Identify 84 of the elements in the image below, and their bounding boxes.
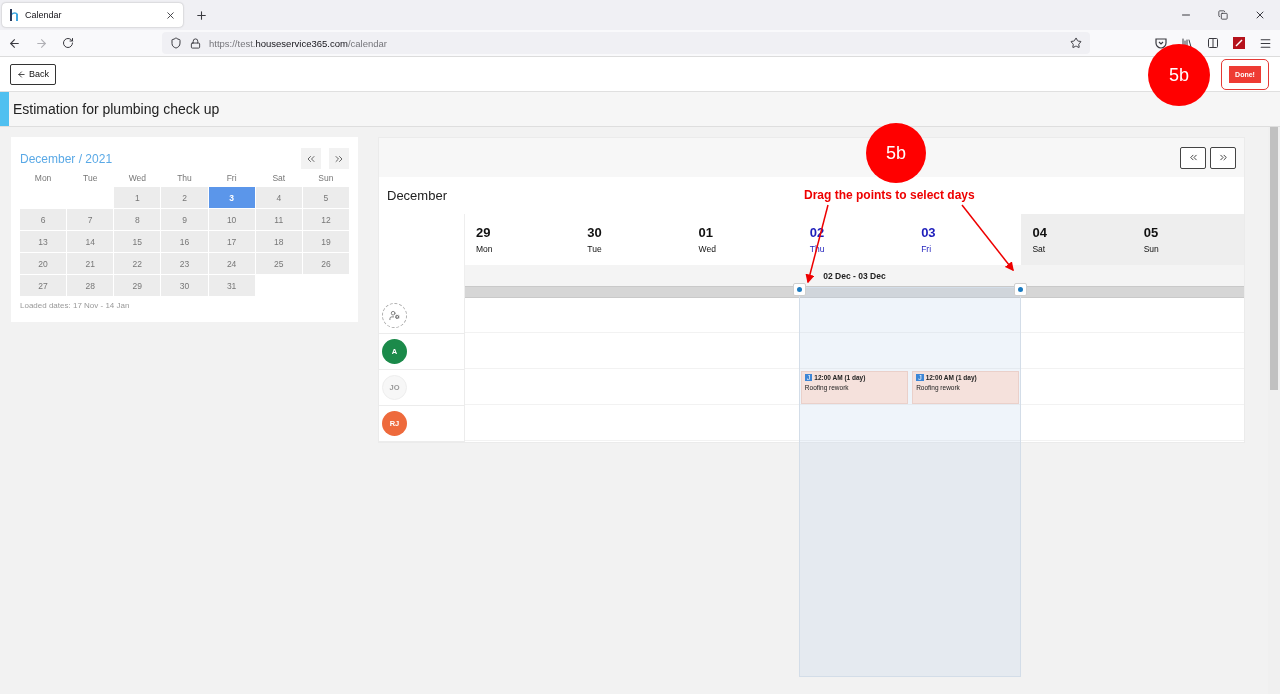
day-weekday: Sun: [1143, 244, 1160, 254]
month-year-title: December / 2021: [20, 151, 114, 166]
day-number: 05: [1143, 225, 1160, 240]
weekday-label: Sun: [317, 173, 335, 185]
month-heading: December: [387, 188, 447, 203]
day-number: 04: [1032, 225, 1048, 240]
calendar-day[interactable]: 10: [208, 209, 255, 230]
arrow-left-icon: [17, 69, 26, 79]
address-bar[interactable]: https://test.houseservice365.com/calendar: [162, 32, 1090, 54]
day-weekday: Wed: [698, 244, 717, 254]
tab-title: Calendar: [25, 10, 63, 20]
calendar-day[interactable]: 25: [255, 253, 302, 274]
annotation-text: Drag the points to select days: [804, 188, 975, 202]
weekday-label: Tue: [82, 173, 99, 185]
next-week-button[interactable]: [1210, 146, 1236, 169]
calendar-day[interactable]: 1: [114, 187, 161, 208]
calendar-day[interactable]: 6: [20, 209, 67, 230]
weekday-label: Thu: [176, 173, 193, 185]
back-arrow-icon[interactable]: [8, 36, 21, 50]
double-chevron-left-icon: [1187, 152, 1199, 163]
calendar-day[interactable]: 23: [161, 253, 208, 274]
back-button[interactable]: Back: [10, 63, 56, 85]
range-handle[interactable]: [792, 283, 806, 297]
calendar-day[interactable]: 18: [255, 231, 302, 252]
calendar-day[interactable]: 16: [161, 231, 208, 252]
calendar-day[interactable]: 3: [208, 187, 255, 208]
reload-icon[interactable]: [62, 37, 74, 49]
range-label: 02 Dec - 03 Dec: [822, 269, 887, 283]
calendar-day[interactable]: 15: [114, 231, 161, 252]
calendar-day[interactable]: 20: [20, 253, 67, 274]
bookmark-star-icon[interactable]: [1070, 37, 1082, 49]
browser-tab[interactable]: Calendar: [2, 3, 183, 27]
menu-icon[interactable]: [1259, 36, 1272, 50]
previous-week-button[interactable]: [1180, 146, 1206, 169]
day-weekday: Sat: [1032, 244, 1047, 254]
annotation-arrow: [961, 204, 1014, 272]
weekday-label: Fri: [225, 173, 238, 185]
double-chevron-right-icon: [1217, 152, 1229, 163]
weekday-label: Mon: [33, 173, 53, 185]
day-weekday: Tue: [587, 244, 603, 254]
day-number: 30: [587, 225, 603, 240]
calendar-day[interactable]: 2: [161, 187, 208, 208]
loaded-dates-note: Loaded dates: 17 Nov - 14 Jan: [20, 301, 131, 310]
weekday-label: Sat: [271, 173, 287, 185]
shield-icon: [170, 37, 182, 49]
weekday-label: Wed: [127, 173, 147, 185]
calendar-day[interactable]: 29: [114, 275, 161, 296]
calendar-day[interactable]: 5: [302, 187, 349, 208]
calendar-day[interactable]: 19: [302, 231, 349, 252]
day-number: 29: [476, 225, 492, 240]
calendar-day[interactable]: 8: [114, 209, 161, 230]
pocket-icon[interactable]: [1155, 37, 1167, 49]
calendar-day[interactable]: 14: [67, 231, 114, 252]
day-weekday: Mon: [476, 244, 494, 254]
range-handle[interactable]: [1014, 283, 1028, 297]
calendar-day[interactable]: 12: [302, 209, 349, 230]
calendar-day[interactable]: 22: [114, 253, 161, 274]
calendar-day[interactable]: 31: [208, 275, 255, 296]
close-tab-icon[interactable]: [165, 9, 176, 21]
restore-icon[interactable]: [1218, 9, 1228, 21]
site-logo-icon: [9, 9, 19, 21]
new-tab-icon[interactable]: [195, 8, 208, 22]
calendar-day[interactable]: 17: [208, 231, 255, 252]
day-number: 01: [698, 225, 715, 240]
calendar-day[interactable]: 28: [67, 275, 114, 296]
calendar-day[interactable]: 4: [255, 187, 302, 208]
calendar-day[interactable]: 21: [67, 253, 114, 274]
accent-bar: [0, 92, 9, 126]
page-title: Estimation for plumbing check up: [13, 101, 220, 117]
calendar-day[interactable]: 24: [208, 253, 255, 274]
calendar-day[interactable]: 30: [161, 275, 208, 296]
calendar-day[interactable]: 27: [20, 275, 67, 296]
calendar-day[interactable]: 9: [161, 209, 208, 230]
calendar-day[interactable]: 11: [255, 209, 302, 230]
extension-icon[interactable]: [1233, 37, 1245, 49]
sidebar-icon[interactable]: [1207, 37, 1219, 49]
library-icon[interactable]: [1181, 37, 1193, 49]
close-window-icon[interactable]: [1254, 9, 1266, 21]
lock-icon: [190, 37, 201, 49]
calendar-day[interactable]: 26: [302, 253, 349, 274]
calendar-day[interactable]: 13: [20, 231, 67, 252]
day-number: 03: [921, 225, 937, 240]
calendar-day[interactable]: 7: [67, 209, 114, 230]
day-weekday: Fri: [921, 244, 933, 254]
